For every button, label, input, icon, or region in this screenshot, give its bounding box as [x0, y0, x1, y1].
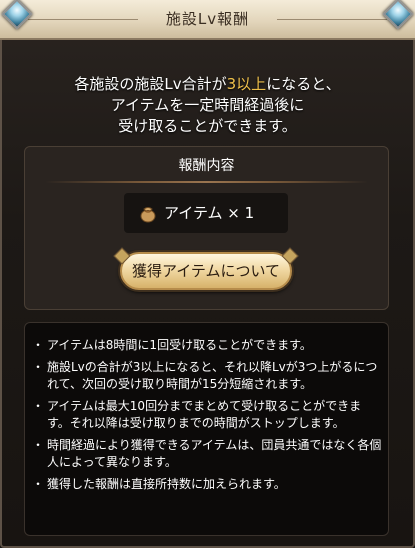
- reward-panel: 報酬内容 アイテム × 1 獲得アイテムについて: [24, 146, 389, 310]
- intro-text: 各施設の施設Lv合計が3以上になると、 アイテムを一定時間経過後に 受け取ること…: [20, 74, 395, 137]
- note-item: アイテムは8時間に1回受け取ることができます。: [32, 337, 383, 354]
- reward-item-label: アイテム × 1: [164, 204, 255, 222]
- intro-line1-before: 各施設の施設Lv合計が: [74, 75, 227, 93]
- dialog-title: 施設Lv報酬: [165, 10, 250, 28]
- note-item: 獲得した報酬は直接所持数に加えられます。: [32, 476, 383, 493]
- notes-list: アイテムは8時間に1回受け取ることができます。 施設Lvの合計が3以上になると、…: [32, 337, 383, 498]
- note-item: 施設Lvの合計が3以上になると、それ以降Lvが3つ上がるにつれて、次回の受け取り…: [32, 359, 383, 393]
- bag-icon: [140, 207, 156, 223]
- reward-item: アイテム × 1: [124, 193, 288, 233]
- notes-panel: アイテムは8時間に1回受け取ることができます。 施設Lvの合計が3以上になると、…: [24, 322, 389, 536]
- reward-heading: 報酬内容: [178, 158, 235, 174]
- about-items-button[interactable]: 獲得アイテムについて: [120, 252, 292, 290]
- intro-line1-after: になると、: [266, 75, 341, 93]
- intro-line2: アイテムを一定時間経過後に: [110, 96, 305, 114]
- intro-highlight: 3以上: [226, 75, 267, 93]
- divider: [45, 181, 368, 183]
- dialog-title-bar: 施設Lv報酬: [0, 0, 415, 40]
- note-item: アイテムは最大10回分までまとめて受け取ることができます。それ以降は受け取りまで…: [32, 398, 383, 432]
- note-item: 時間経過により獲得できるアイテムは、団員共通ではなく各個人によって異なります。: [32, 437, 383, 471]
- intro-line3: 受け取ることができます。: [118, 117, 297, 135]
